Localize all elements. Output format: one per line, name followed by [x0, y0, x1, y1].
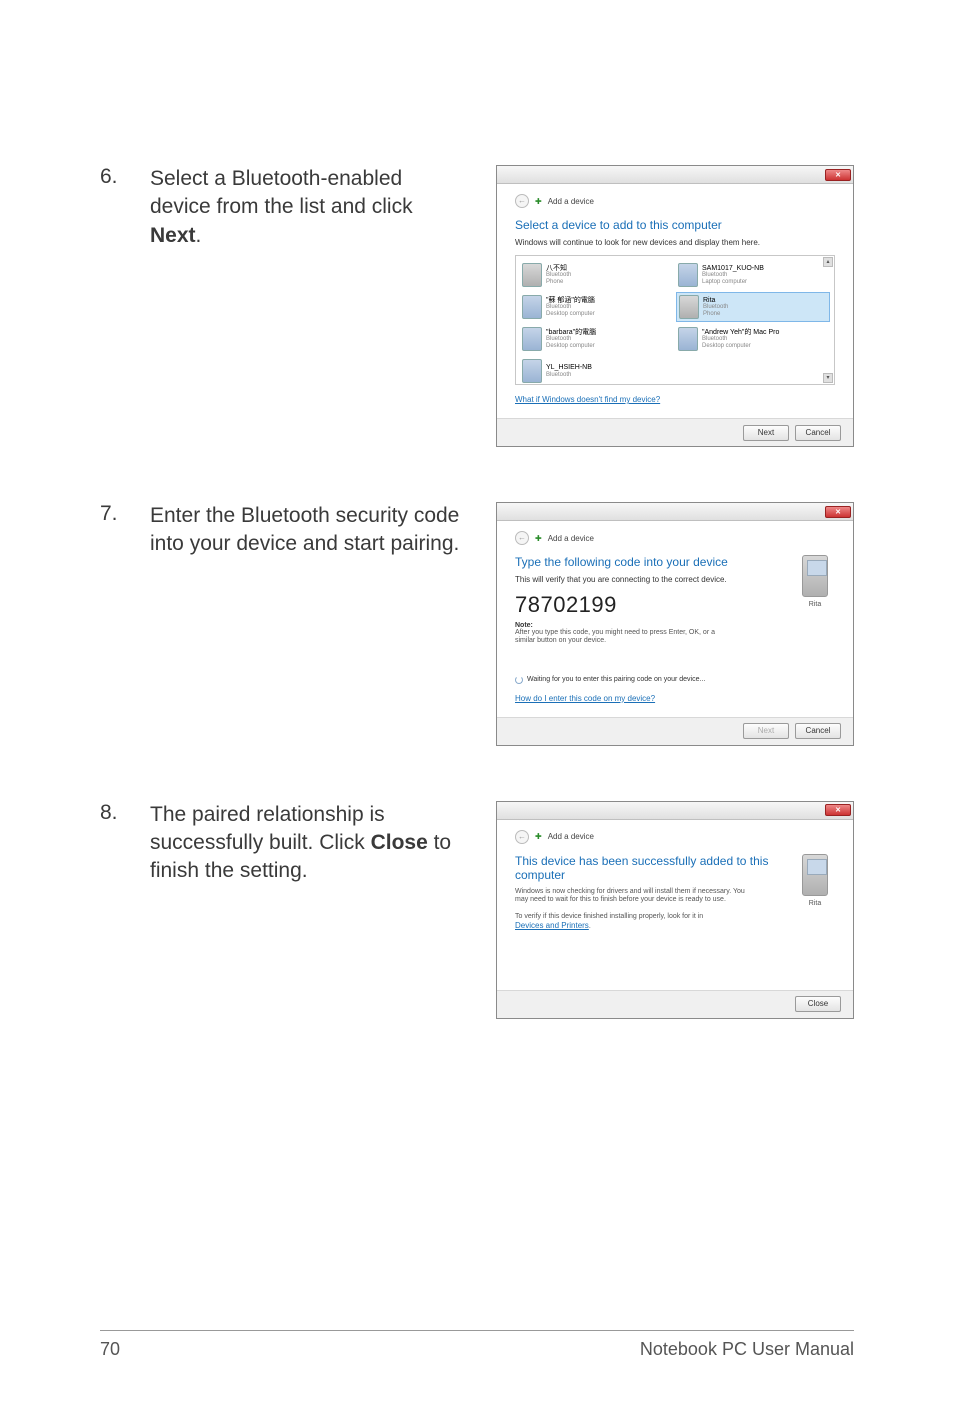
device-item[interactable]: "barbara"的電腦BluetoothDesktop computer — [520, 324, 674, 354]
device-item[interactable]: "蘇 郁涵"的電腦BluetoothDesktop computer — [520, 292, 674, 322]
device-added-dialog: ✕ ← ✚ Add a device Rita This device has … — [496, 801, 854, 1019]
device-item[interactable]: "Andrew Yeh"的 Mac ProBluetoothDesktop co… — [676, 324, 830, 354]
device-name: "蘇 郁涵"的電腦 — [546, 297, 595, 305]
devices-printers-link[interactable]: Devices and Printers — [515, 921, 589, 931]
spinner-icon — [515, 676, 523, 684]
add-device-dialog: ✕ ← ✚ Add a device Select a device to ad… — [496, 165, 854, 447]
phone-icon — [802, 854, 828, 896]
laptop-icon — [522, 295, 542, 319]
device-type: Bluetooth — [703, 304, 728, 311]
breadcrumb: ← ✚ Add a device — [515, 830, 835, 844]
device-type: Bluetooth — [702, 336, 779, 343]
breadcrumb-text: Add a device — [548, 534, 594, 543]
device-item[interactable]: YL_HSIEH-NBBluetooth — [520, 356, 674, 385]
close-button[interactable]: Close — [795, 996, 841, 1012]
dialog-titlebar: ✕ — [497, 166, 853, 184]
step-number: 6. — [100, 165, 150, 189]
step-number: 7. — [100, 502, 150, 526]
manual-title: Notebook PC User Manual — [640, 1339, 854, 1360]
close-icon[interactable]: ✕ — [825, 804, 851, 816]
cancel-button[interactable]: Cancel — [795, 425, 841, 441]
device-item[interactable]: 八不知BluetoothPhone — [520, 260, 674, 290]
dialog-footer: Close — [497, 990, 853, 1018]
step-text: The paired relationship is successfully … — [150, 801, 460, 886]
phone-icon — [802, 555, 828, 597]
device-preview: Rita — [795, 555, 835, 608]
scroll-up-icon[interactable]: ▴ — [823, 257, 833, 267]
help-link[interactable]: What if Windows doesn't find my device? — [515, 395, 660, 404]
verify-text: To verify if this device finished instal… — [515, 913, 745, 932]
back-arrow-icon[interactable]: ← — [515, 194, 529, 208]
device-name: 八不知 — [546, 265, 571, 273]
waiting-status: Waiting for you to enter this pairing co… — [515, 676, 835, 684]
device-subtype: Laptop computer — [702, 279, 764, 286]
back-arrow-icon[interactable]: ← — [515, 531, 529, 545]
device-subtype: Phone — [703, 311, 728, 318]
close-icon[interactable]: ✕ — [825, 169, 851, 181]
device-preview: Rita — [795, 854, 835, 907]
dialog-title: Type the following code into your device — [515, 555, 835, 569]
breadcrumb-text: Add a device — [548, 832, 594, 841]
device-name: "Andrew Yeh"的 Mac Pro — [702, 329, 779, 337]
help-link[interactable]: How do I enter this code on my device? — [515, 694, 655, 703]
device-subtype: Phone — [546, 279, 571, 286]
device-subtype: Desktop computer — [546, 311, 595, 318]
device-item[interactable]: RitaBluetoothPhone — [676, 292, 830, 322]
laptop-icon — [678, 327, 698, 351]
device-name: Rita — [795, 900, 835, 907]
scroll-down-icon[interactable]: ▾ — [823, 373, 833, 383]
device-name: SAM1017_KUO-NB — [702, 265, 764, 273]
dialog-title: Select a device to add to this computer — [515, 218, 835, 232]
step-8: 8. The paired relationship is successful… — [100, 801, 854, 1019]
next-button: Next — [743, 723, 789, 739]
device-type: Bluetooth — [546, 372, 592, 379]
cancel-button[interactable]: Cancel — [795, 723, 841, 739]
note-label: Note: — [515, 622, 835, 629]
step-number: 8. — [100, 801, 150, 825]
device-type: Bluetooth — [546, 304, 595, 311]
device-subtype: Desktop computer — [546, 343, 596, 350]
dialog-footer: Next Cancel — [497, 717, 853, 745]
dialog-subtitle: Windows will continue to look for new de… — [515, 238, 835, 247]
device-name: Rita — [795, 601, 835, 608]
dialog-footer: Next Cancel — [497, 418, 853, 446]
laptop-icon — [522, 327, 542, 351]
device-type: Bluetooth — [546, 272, 571, 279]
dialog-subtitle: This will verify that you are connecting… — [515, 575, 835, 584]
breadcrumb-text: Add a device — [548, 197, 594, 206]
pairing-code: 78702199 — [515, 592, 835, 618]
note-text: After you type this code, you might need… — [515, 629, 735, 646]
pairing-code-dialog: ✕ ← ✚ Add a device Rita Type the followi… — [496, 502, 854, 746]
dialog-titlebar: ✕ — [497, 503, 853, 521]
breadcrumb: ← ✚ Add a device — [515, 194, 835, 208]
back-arrow-icon: ← — [515, 830, 529, 844]
device-subtype: Desktop computer — [702, 343, 779, 350]
phone-icon — [522, 263, 542, 287]
device-type: Bluetooth — [546, 336, 596, 343]
dialog-title: This device has been successfully added … — [515, 854, 835, 882]
dialog-titlebar: ✕ — [497, 802, 853, 820]
device-name: Rita — [703, 297, 728, 305]
device-list: ▴ ▾ 八不知BluetoothPhoneSAM1017_KUO-NBBluet… — [515, 255, 835, 385]
page-number: 70 — [100, 1339, 120, 1360]
breadcrumb: ← ✚ Add a device — [515, 531, 835, 545]
next-button[interactable]: Next — [743, 425, 789, 441]
laptop-icon — [522, 359, 542, 383]
step-text: Enter the Bluetooth security code into y… — [150, 502, 460, 559]
step-7: 7. Enter the Bluetooth security code int… — [100, 502, 854, 746]
step-text: Select a Bluetooth-enabled device from t… — [150, 165, 460, 250]
page-footer: 70 Notebook PC User Manual — [100, 1330, 854, 1360]
success-text: Windows is now checking for drivers and … — [515, 888, 745, 905]
close-icon[interactable]: ✕ — [825, 506, 851, 518]
device-name: YL_HSIEH-NB — [546, 364, 592, 372]
step-6: 6. Select a Bluetooth-enabled device fro… — [100, 165, 854, 447]
phone-icon — [679, 295, 699, 319]
device-item[interactable]: SAM1017_KUO-NBBluetoothLaptop computer — [676, 260, 830, 290]
laptop-icon — [678, 263, 698, 287]
device-name: "barbara"的電腦 — [546, 329, 596, 337]
device-type: Bluetooth — [702, 272, 764, 279]
